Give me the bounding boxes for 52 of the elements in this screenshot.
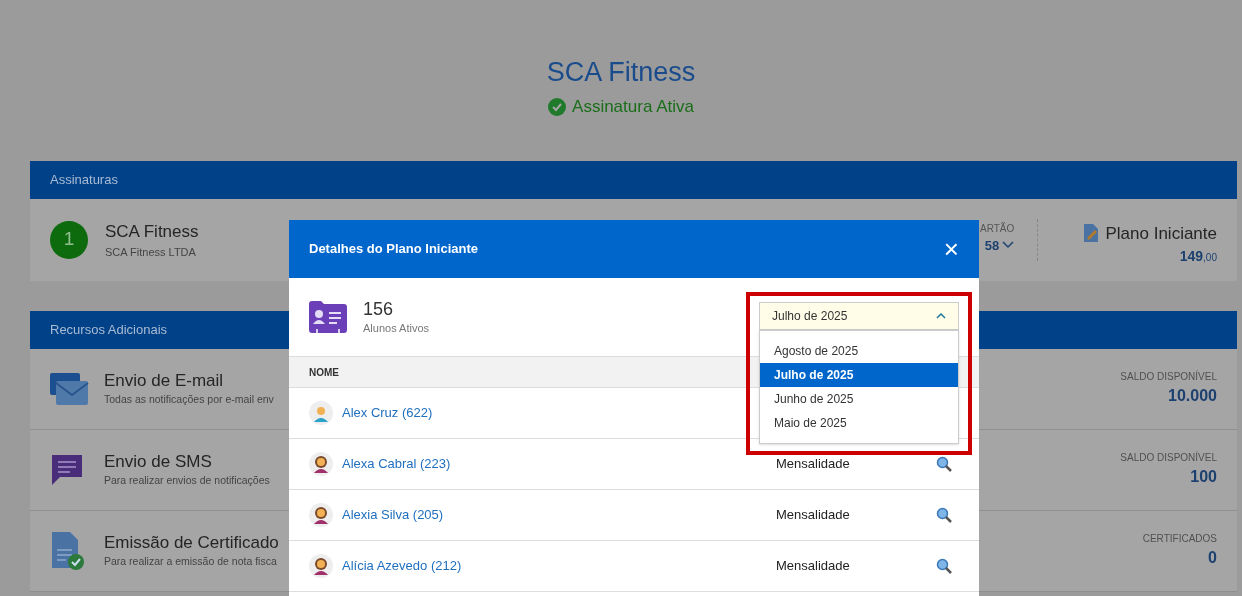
modal-title: Detalhes do Plano Iniciante	[309, 240, 479, 259]
month-option[interactable]: Maio de 2025	[760, 411, 958, 435]
balance-label: SALDO DISPONÍVEL	[1120, 369, 1217, 384]
balance-value: 0	[1208, 548, 1217, 568]
plan-name: Plano Iniciante	[1105, 222, 1217, 245]
close-button[interactable]: ×	[943, 236, 959, 262]
month-option[interactable]: Julho de 2025	[760, 363, 958, 387]
student-link[interactable]: Alícia Azevedo (212)	[342, 556, 762, 576]
avatar-icon	[309, 503, 333, 527]
resource-description: Todas as notificações por e-mail env	[104, 391, 274, 407]
subscription-status: Assinatura Ativa	[572, 96, 694, 118]
avatar-icon	[309, 452, 333, 476]
document-check-icon	[50, 529, 86, 572]
number-badge: 1	[50, 220, 88, 259]
chevron-down-icon[interactable]	[1002, 241, 1015, 250]
resource-description: Para realizar a emissão de nota fisca	[104, 553, 277, 569]
company-name: SCA Fitness LTDA	[105, 245, 197, 260]
payment-type: Mensalidade	[776, 455, 851, 474]
avatar-icon	[309, 401, 333, 425]
resource-title: Emissão de Certificado	[104, 531, 279, 554]
chat-icon	[50, 452, 84, 487]
payment-type: Mensalidade	[776, 506, 851, 525]
chevron-up-icon	[936, 313, 946, 319]
plan-price: 149,00	[1179, 247, 1217, 266]
month-select[interactable]: Julho de 2025	[759, 302, 959, 330]
resource-title: Envio de E-mail	[104, 369, 224, 392]
search-icon[interactable]	[936, 507, 952, 523]
resource-description: Para realizar envios de notificações	[104, 472, 270, 488]
section-header: Assinaturas	[30, 160, 1237, 199]
resource-title: Envio de SMS	[104, 450, 212, 473]
search-icon[interactable]	[936, 456, 952, 472]
card-label: ARTÃO	[980, 221, 1015, 236]
student-card-icon	[309, 301, 347, 333]
document-icon	[1083, 223, 1100, 244]
search-icon[interactable]	[936, 558, 952, 574]
balance-value: 100	[1190, 467, 1217, 487]
envelope-icon	[50, 370, 90, 407]
column-header: NOME	[309, 365, 339, 380]
avatar-icon	[309, 554, 333, 578]
balance-value: 10.000	[1168, 386, 1217, 406]
check-circle-icon	[548, 97, 567, 116]
balance-label: SALDO DISPONÍVEL	[1120, 450, 1217, 465]
active-students-label: Alunos Ativos	[363, 320, 430, 336]
company-title: SCA Fitness	[546, 56, 696, 89]
student-link[interactable]: Alexa Cabral (223)	[342, 454, 762, 474]
payment-type: Mensalidade	[776, 557, 851, 576]
balance-label: CERTIFICADOS	[1142, 532, 1217, 546]
student-link[interactable]: Alex Cruz (622)	[342, 403, 762, 423]
student-link[interactable]: Alexia Silva (205)	[342, 505, 762, 525]
subscription-name: SCA Fitness	[105, 220, 199, 243]
card-number: 58	[984, 236, 1000, 255]
month-option[interactable]: Junho de 2025	[760, 387, 958, 411]
